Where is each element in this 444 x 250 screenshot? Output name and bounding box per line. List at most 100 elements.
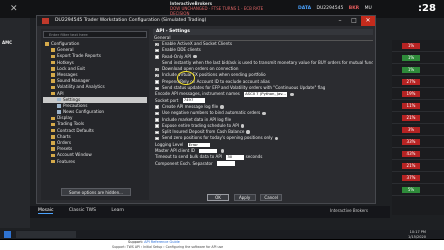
tree-item-label: Orders xyxy=(57,140,72,145)
info-icon[interactable] xyxy=(220,149,225,153)
timeout-input[interactable]: 30 xyxy=(226,155,245,160)
percent-change-cell: 5% xyxy=(402,187,420,193)
option-label: Expose entire trading schedule to API xyxy=(162,122,239,128)
checkbox[interactable] xyxy=(155,86,159,91)
timeout-unit: seconds xyxy=(245,154,263,160)
scanner-row-divider xyxy=(392,87,444,88)
info-icon[interactable] xyxy=(274,136,279,141)
option-label: Download open orders on connection xyxy=(162,66,239,72)
apply-button[interactable]: Apply xyxy=(233,194,256,201)
folder-icon xyxy=(51,116,55,120)
checkbox[interactable] xyxy=(155,124,159,128)
option-label: Create API message log file xyxy=(162,103,219,109)
folder-icon xyxy=(51,153,55,158)
tab-mosaic[interactable]: Mosaic xyxy=(38,208,54,214)
maximize-icon[interactable]: □ xyxy=(347,16,361,26)
tree-item-label: Configuration xyxy=(51,41,80,46)
scanner-row-divider xyxy=(392,99,444,100)
platform-clock: :28 xyxy=(418,3,436,14)
percent-change-cell: 11% xyxy=(402,103,420,109)
dialog-buttons: OK Apply Cancel xyxy=(207,194,285,201)
folder-icon xyxy=(51,73,55,77)
tree-item-label: Export Trade Reports xyxy=(57,53,101,59)
close-dialog-icon[interactable]: ✕ xyxy=(361,16,375,26)
tab-learn[interactable]: Learn xyxy=(111,208,124,213)
checkbox[interactable] xyxy=(155,111,159,116)
checkbox[interactable] xyxy=(155,80,159,84)
taskbar-search[interactable] xyxy=(16,231,76,238)
minimize-icon[interactable]: – xyxy=(333,16,347,26)
ok-button[interactable]: OK xyxy=(207,194,229,201)
scanner-row-divider xyxy=(392,147,444,148)
scanner-row-divider xyxy=(392,171,444,172)
windows-start-icon[interactable] xyxy=(4,231,11,238)
master-client-label: Master API client ID xyxy=(155,148,195,154)
folder-icon xyxy=(51,147,55,151)
percent-change-cell: 19% xyxy=(402,91,420,97)
video-caption: Support: API Reference Guide Support: TW… xyxy=(0,240,444,250)
tree-item-label: General xyxy=(57,47,74,53)
checkbox[interactable] xyxy=(155,118,159,122)
info-icon[interactable] xyxy=(240,124,245,128)
dialog-title-bar: DU2294545 Trader Workstation Configurati… xyxy=(37,16,375,26)
info-icon[interactable] xyxy=(246,130,250,134)
option-note-text: Send instantly when the last bid/ask is … xyxy=(162,59,373,65)
tree-item-label: Display xyxy=(57,115,73,121)
taskbar-time: 10:17 PM xyxy=(409,230,426,234)
taskbar-date: 1/15/2020 xyxy=(408,235,426,239)
filter-search-input[interactable]: Enter filter text here xyxy=(43,31,147,38)
percent-change-cell: 33% xyxy=(402,139,420,145)
folder-icon xyxy=(51,135,55,139)
checkbox[interactable] xyxy=(155,136,159,141)
option-label: Use negative numbers to bind automatic o… xyxy=(162,110,261,116)
tree-item-label: News Configuration xyxy=(63,109,105,115)
percent-change-cell: 43% xyxy=(402,151,420,157)
info-icon[interactable] xyxy=(290,92,294,97)
tree-item-label: Precautions xyxy=(63,102,88,108)
checkbox[interactable] xyxy=(155,105,159,109)
folder-icon xyxy=(51,85,55,90)
percent-change-cell: 1% xyxy=(402,55,420,61)
encode-select[interactable]: ASCII 7 (Python, Jav... xyxy=(244,92,287,97)
scanner-row-divider xyxy=(392,63,444,64)
config-tree: Configuration General Export Trade Reports… xyxy=(43,41,147,165)
option-label: Enable DDE clients xyxy=(162,47,201,53)
separator-input[interactable] xyxy=(216,161,235,166)
info-icon[interactable] xyxy=(193,54,197,59)
checkbox[interactable] xyxy=(155,42,159,47)
checkbox[interactable] xyxy=(155,130,159,135)
tab-classic-tws[interactable]: Classic TWS xyxy=(69,208,96,213)
hidden-options-button[interactable]: Some options are hidden... xyxy=(61,188,131,196)
caption-prefix: Support: xyxy=(128,240,144,244)
socket-port-input[interactable]: 7497 xyxy=(182,98,205,103)
mu-label: MU xyxy=(364,6,372,11)
close-icon[interactable]: ✕ xyxy=(10,4,18,14)
scanner-row-divider xyxy=(392,123,444,124)
tree-item-label: Contract Defaults xyxy=(57,127,94,133)
info-icon[interactable] xyxy=(220,105,224,109)
configuration-dialog: DU2294545 Trader Workstation Configurati… xyxy=(36,15,376,204)
tree-item-label: Hotkeys xyxy=(57,59,74,65)
tree-item-features[interactable]: Features xyxy=(43,159,147,165)
master-client-input[interactable] xyxy=(199,148,218,154)
info-icon[interactable] xyxy=(262,111,266,116)
cancel-button[interactable]: Cancel xyxy=(260,194,283,201)
option-label: Read-Only API xyxy=(162,53,192,59)
checkbox[interactable] xyxy=(155,67,159,72)
logging-label: Logging Level xyxy=(155,141,184,147)
windows-taskbar: 10:17 PM 1/15/2020 xyxy=(0,230,444,239)
checkbox[interactable] xyxy=(155,48,159,53)
checkbox[interactable] xyxy=(155,55,159,59)
reference-link[interactable]: API Reference Guide xyxy=(144,240,180,244)
scanner-row-divider xyxy=(392,51,444,52)
percent-change-cell: 1% xyxy=(402,67,420,73)
dialog-title: DU2294545 Trader Workstation Configurati… xyxy=(55,18,207,23)
folder-icon xyxy=(51,67,55,71)
platform-status: DATA DU2294545 BKR MU xyxy=(298,6,376,11)
logging-select[interactable]: Error xyxy=(187,142,210,147)
folder-icon xyxy=(51,91,55,96)
config-tree-panel: Enter filter text here Configuration Gene… xyxy=(41,29,149,200)
symbol-label[interactable]: AMC xyxy=(2,40,12,45)
checkbox[interactable] xyxy=(155,73,159,79)
option-label: Send status updates for EFP and Volatili… xyxy=(162,85,326,91)
